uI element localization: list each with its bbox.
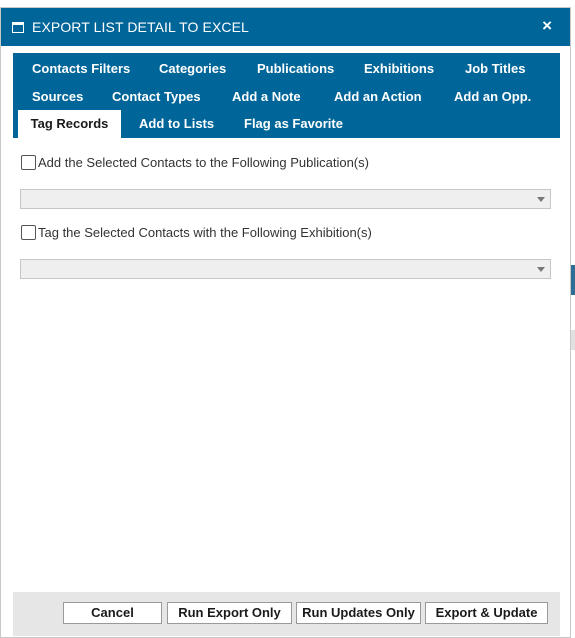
tab-publications[interactable]: Publications	[257, 55, 334, 83]
tab-add-an-opp[interactable]: Add an Opp.	[454, 83, 531, 111]
exhibition-checkbox[interactable]	[21, 225, 36, 240]
dialog-footer: Cancel Run Export Only Run Updates Only …	[13, 592, 560, 636]
tab-contacts-filters[interactable]: Contacts Filters	[32, 55, 130, 83]
tab-add-a-note[interactable]: Add a Note	[232, 83, 301, 111]
tab-exhibitions[interactable]: Exhibitions	[364, 55, 434, 83]
exhibition-label: Tag the Selected Contacts with the Follo…	[38, 225, 372, 240]
tab-tag-records[interactable]: Tag Records	[18, 110, 121, 138]
tab-add-an-action[interactable]: Add an Action	[334, 83, 422, 111]
tabs-panel: Contacts Filters Categories Publications…	[13, 53, 560, 138]
tab-categories[interactable]: Categories	[159, 55, 226, 83]
close-icon[interactable]: ×	[542, 17, 552, 35]
dialog-title: EXPORT LIST DETAIL TO EXCEL	[32, 19, 249, 35]
publication-option: Add the Selected Contacts to the Followi…	[21, 155, 369, 170]
window-icon	[12, 21, 24, 33]
tab-sources[interactable]: Sources	[32, 83, 83, 111]
dialog-titlebar: EXPORT LIST DETAIL TO EXCEL ×	[1, 8, 570, 46]
export-dialog: EXPORT LIST DETAIL TO EXCEL × Contacts F…	[0, 7, 571, 638]
run-export-only-button[interactable]: Run Export Only	[167, 602, 292, 624]
tab-add-to-lists[interactable]: Add to Lists	[139, 110, 214, 138]
chevron-down-icon	[537, 267, 545, 272]
tab-flag-as-favorite[interactable]: Flag as Favorite	[244, 110, 343, 138]
publication-select[interactable]	[20, 189, 551, 209]
tab-job-titles[interactable]: Job Titles	[465, 55, 525, 83]
export-and-update-button[interactable]: Export & Update	[425, 602, 548, 624]
publication-checkbox[interactable]	[21, 155, 36, 170]
publication-label: Add the Selected Contacts to the Followi…	[38, 155, 369, 170]
exhibition-select[interactable]	[20, 259, 551, 279]
exhibition-option: Tag the Selected Contacts with the Follo…	[21, 225, 372, 240]
tab-contact-types[interactable]: Contact Types	[112, 83, 201, 111]
cancel-button[interactable]: Cancel	[63, 602, 162, 624]
run-updates-only-button[interactable]: Run Updates Only	[296, 602, 421, 624]
chevron-down-icon	[537, 197, 545, 202]
